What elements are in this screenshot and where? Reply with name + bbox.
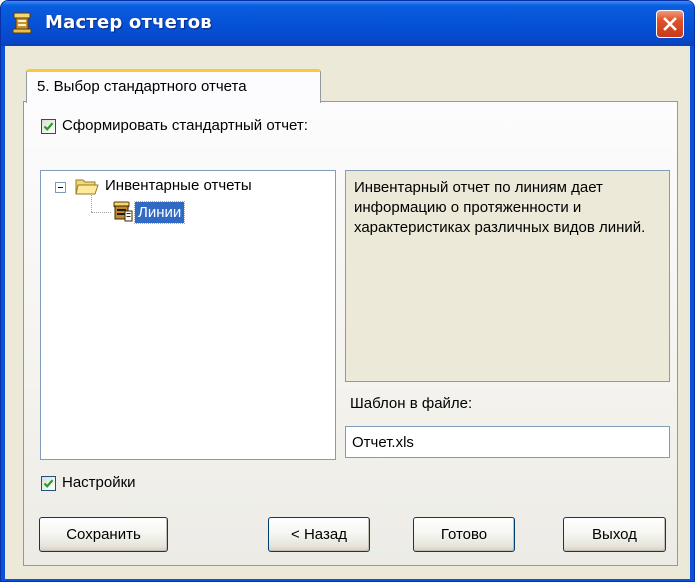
close-icon — [663, 17, 677, 31]
tree-item-inventory-reports[interactable]: Инвентарные отчеты — [105, 177, 252, 194]
dialog-client-area: 5. Выбор стандартного отчета Сформироват… — [5, 46, 690, 579]
report-icon — [113, 201, 133, 222]
exit-button[interactable]: Выход — [563, 517, 666, 552]
folder-open-icon — [75, 179, 99, 195]
close-button[interactable] — [656, 10, 684, 38]
checkmark-icon — [43, 479, 54, 488]
save-button[interactable]: Сохранить — [39, 517, 168, 552]
settings-label: Настройки — [62, 474, 136, 491]
report-description-panel: Инвентарный отчет по линиям дает информа… — [345, 170, 670, 382]
tree-item-lines[interactable]: Линии — [133, 201, 186, 224]
tree-connector-line — [91, 212, 111, 213]
tab-label: 5. Выбор стандартного отчета — [37, 78, 247, 95]
tree-connector-line — [91, 195, 92, 212]
report-wizard-window: Мастер отчетов 5. Выбор стандартного отч… — [0, 0, 695, 582]
generate-report-checkbox[interactable] — [41, 119, 56, 134]
window-title: Мастер отчетов — [45, 12, 212, 33]
checkmark-icon — [43, 122, 54, 131]
generate-report-label: Сформировать стандартный отчет: — [62, 117, 308, 134]
template-file-input[interactable] — [345, 426, 670, 458]
report-tree[interactable]: Инвентарные отчеты Линии — [40, 170, 336, 460]
report-description: Инвентарный отчет по линиям дает информа… — [354, 179, 646, 236]
template-label: Шаблон в файле: — [350, 395, 473, 412]
done-button[interactable]: Готово — [413, 517, 515, 552]
tab-standard-report[interactable]: 5. Выбор стандартного отчета — [26, 69, 321, 103]
back-button[interactable]: < Назад — [268, 517, 370, 552]
title-bar[interactable]: Мастер отчетов — [1, 1, 694, 46]
settings-checkbox[interactable] — [41, 476, 56, 491]
tab-panel: Сформировать стандартный отчет: Инвентар… — [23, 101, 678, 566]
report-wizard-icon — [12, 12, 32, 34]
collapse-icon[interactable] — [55, 182, 66, 193]
